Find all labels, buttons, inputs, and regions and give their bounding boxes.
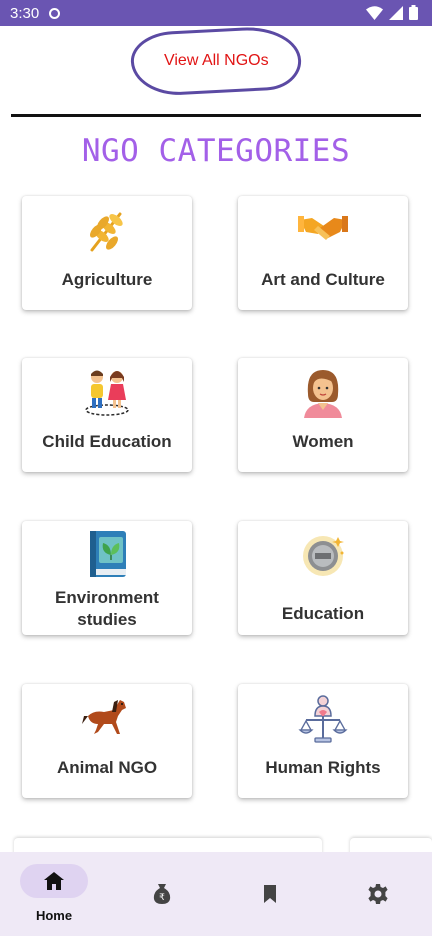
- category-label: Women: [292, 432, 354, 451]
- children-icon: [85, 370, 129, 416]
- category-card-agriculture[interactable]: Agriculture: [22, 196, 192, 310]
- svg-text:₹: ₹: [159, 893, 165, 903]
- category-label: Child Education: [42, 432, 172, 451]
- category-label: Human Rights: [265, 758, 381, 777]
- category-card-human-rights[interactable]: Human Rights: [238, 684, 408, 798]
- nav-label-home: Home: [35, 908, 73, 923]
- gear-icon: [368, 884, 388, 904]
- home-icon: [44, 872, 64, 890]
- status-icons: [366, 5, 418, 20]
- section-title: NGO CATEGORIES: [81, 133, 351, 169]
- category-card-animal-ngo[interactable]: Animal NGO: [22, 684, 192, 798]
- woman-icon: [304, 370, 342, 418]
- nav-item-bookmarks[interactable]: [236, 864, 306, 924]
- category-label: Art and Culture: [261, 270, 385, 289]
- nav-item-home[interactable]: Home: [20, 864, 90, 924]
- wheat-icon: [90, 212, 123, 252]
- battery-icon: [409, 5, 418, 20]
- category-label: Animal NGO: [56, 758, 158, 777]
- status-time: 3:30: [10, 4, 40, 22]
- bottom-navigation: Home ₹: [0, 852, 432, 936]
- bookmark-icon: [264, 885, 276, 903]
- status-bar: 3:30: [0, 0, 432, 26]
- nav-item-donations[interactable]: ₹: [128, 864, 198, 924]
- category-label: Environment studies: [55, 588, 159, 629]
- coin-icon: [303, 536, 344, 576]
- category-card-education[interactable]: Education: [238, 521, 408, 635]
- horse-icon: [82, 700, 126, 734]
- handshake-icon: [298, 216, 348, 240]
- wifi-icon: [366, 5, 383, 20]
- divider: [11, 114, 421, 117]
- leaf-book-icon: [90, 531, 126, 577]
- signal-icon: [389, 5, 403, 20]
- category-card-environment-studies[interactable]: Environment studies: [22, 521, 192, 635]
- nav-item-settings[interactable]: [344, 864, 414, 924]
- category-card-art-and-culture[interactable]: Art and Culture: [238, 196, 408, 310]
- view-all-ngos-button[interactable]: View All NGOs: [129, 24, 303, 98]
- view-all-ngos-label: View All NGOs: [163, 52, 269, 69]
- category-label: Education: [281, 604, 365, 623]
- category-card-child-education[interactable]: Child Education: [22, 358, 192, 472]
- justice-scale-icon: [298, 695, 348, 743]
- notification-icon: [49, 7, 61, 19]
- category-label: Agriculture: [61, 270, 153, 289]
- donation-bag-icon: ₹: [153, 884, 171, 904]
- category-card-women[interactable]: Women: [238, 358, 408, 472]
